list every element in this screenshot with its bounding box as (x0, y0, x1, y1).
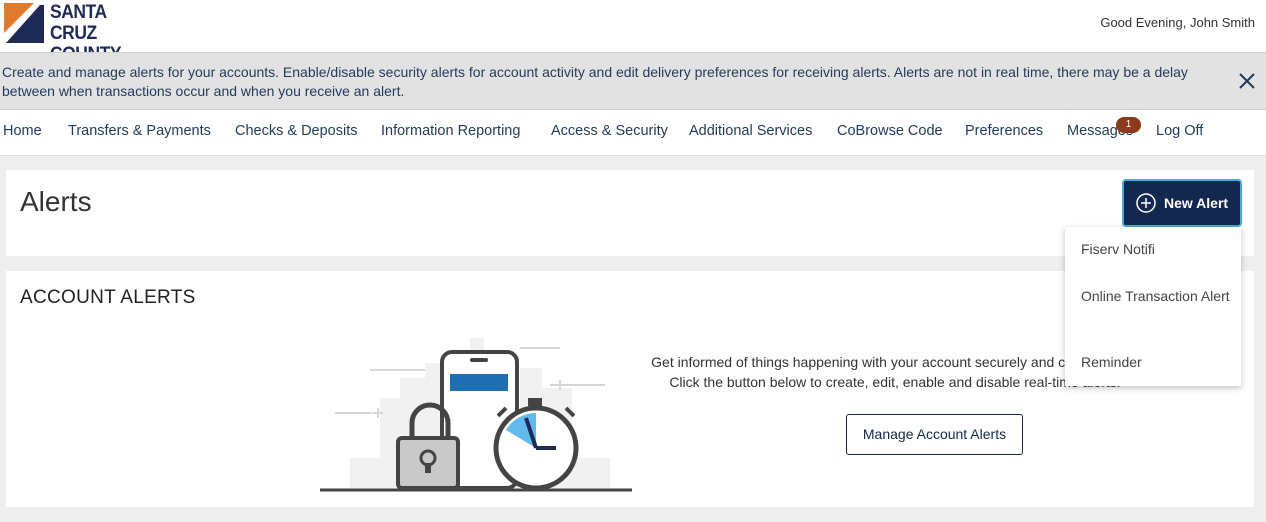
plus-circle-icon (1136, 193, 1156, 213)
new-alert-dropdown: Fiserv Notifi Online Transaction Alert R… (1065, 227, 1241, 386)
nav-preferences[interactable]: Preferences (965, 123, 1043, 139)
new-alert-button[interactable]: New Alert (1122, 179, 1242, 227)
new-alert-label: New Alert (1164, 195, 1229, 211)
messages-badge: 1 (1116, 117, 1141, 133)
nav-checks-deposits[interactable]: Checks & Deposits (235, 123, 358, 139)
account-alerts-title: ACCOUNT ALERTS (20, 287, 196, 308)
nav-additional-services[interactable]: Additional Services (689, 123, 812, 139)
alerts-illustration (320, 338, 632, 492)
banner-text: Create and manage alerts for your accoun… (2, 64, 1188, 99)
nav-cobrowse-code[interactable]: CoBrowse Code (837, 123, 943, 139)
greeting: Good Evening, John Smith (1100, 15, 1255, 30)
nav-access-security[interactable]: Access & Security (551, 123, 668, 139)
dropdown-item-fiserv-notifi[interactable]: Fiserv Notifi (1081, 240, 1231, 259)
page-title: Alerts (20, 186, 92, 217)
main-nav: Home Transfers & Payments Checks & Depos… (0, 110, 1266, 156)
dropdown-item-reminder[interactable]: Reminder (1081, 353, 1231, 372)
header: SANTA CRUZ COUNTY BANK Good Evening, Joh… (0, 0, 1266, 86)
bank-logo[interactable]: SANTA CRUZ COUNTY BANK (4, 2, 164, 86)
manage-account-alerts-button[interactable]: Manage Account Alerts (846, 414, 1023, 455)
nav-information-reporting[interactable]: Information Reporting (381, 123, 520, 139)
nav-transfers-payments[interactable]: Transfers & Payments (68, 123, 211, 139)
nav-log-off[interactable]: Log Off (1156, 123, 1203, 139)
nav-home[interactable]: Home (3, 123, 42, 139)
dropdown-item-online-transaction-alert[interactable]: Online Transaction Alert (1081, 287, 1231, 306)
logo-mark-icon (4, 3, 44, 43)
info-banner: Create and manage alerts for your accoun… (0, 52, 1266, 110)
close-icon[interactable] (1238, 72, 1256, 90)
